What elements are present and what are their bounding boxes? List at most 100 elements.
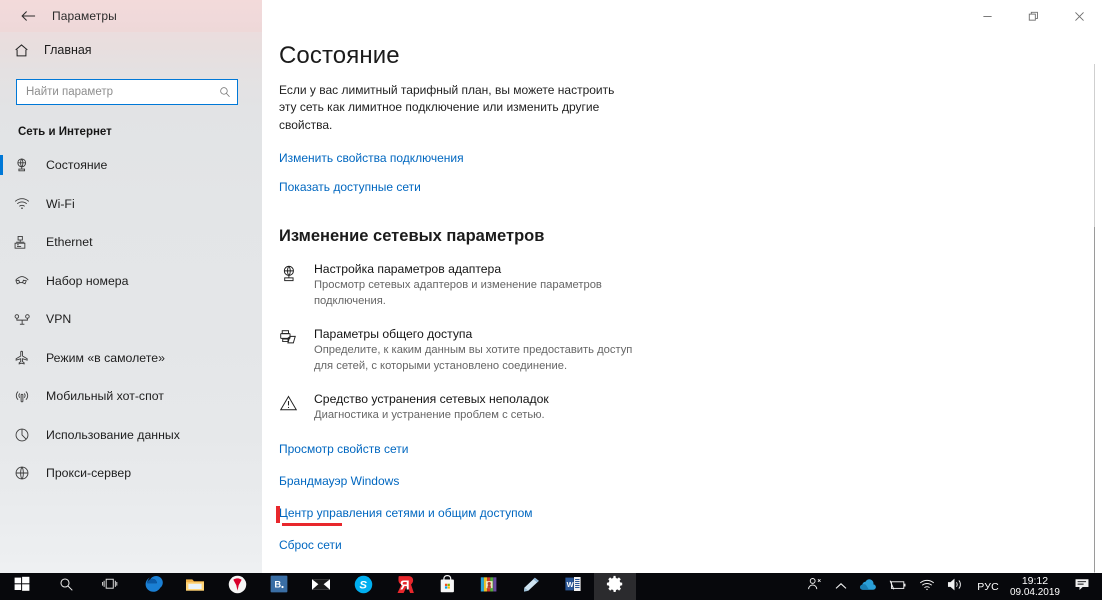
sidebar-item-ethernet[interactable]: Ethernet xyxy=(0,223,262,262)
svg-text:W: W xyxy=(567,580,574,589)
setting-description: Просмотр сетевых адаптеров и изменение п… xyxy=(314,279,602,307)
wifi-tray-button[interactable] xyxy=(913,573,941,600)
minimize-icon xyxy=(982,11,993,22)
language-indicator[interactable]: РУС xyxy=(970,581,1006,593)
change-connection-properties-link[interactable]: Изменить свойства подключения xyxy=(279,151,464,165)
screen: Главная Сеть и Интернет xyxy=(0,0,1102,600)
setting-title: Настройка параметров адаптера xyxy=(314,262,502,277)
battery-button[interactable] xyxy=(883,573,913,600)
vpn-icon xyxy=(14,313,46,326)
sidebar-item-data-usage[interactable]: Использование данных xyxy=(0,416,262,455)
volume-button[interactable] xyxy=(941,573,970,600)
minimize-button[interactable] xyxy=(964,0,1010,32)
sidebar-item-label: Режим «в самолете» xyxy=(46,350,165,365)
sidebar-item-home[interactable]: Главная xyxy=(0,32,262,68)
setting-item-sharing-options[interactable]: Параметры общего доступа Определите, к к… xyxy=(279,327,1102,374)
skype-button[interactable]: S xyxy=(342,573,384,600)
word-document-icon: W xyxy=(564,575,582,598)
search-box[interactable] xyxy=(16,79,238,105)
link-row: Брандмауэр Windows xyxy=(279,474,1102,506)
yandex-browser-button[interactable] xyxy=(216,573,258,600)
window-caption-buttons xyxy=(964,0,1102,32)
yandex-browser-icon xyxy=(228,575,247,599)
close-button[interactable] xyxy=(1056,0,1102,32)
restore-button[interactable] xyxy=(1010,0,1056,32)
sidebar-item-label: Мобильный хот-спот xyxy=(46,389,164,404)
show-available-networks-link[interactable]: Показать доступные сети xyxy=(279,180,421,194)
windows-logo-icon xyxy=(14,576,30,597)
restore-icon xyxy=(1028,11,1039,22)
svg-text:Я: Я xyxy=(399,577,409,592)
network-and-sharing-center-link[interactable]: Центр управления сетями и общим доступом xyxy=(279,506,533,520)
sidebar-item-label: Прокси-сервер xyxy=(46,466,132,481)
people-button[interactable] xyxy=(801,573,829,600)
vkontakte-button[interactable]: B xyxy=(258,573,300,600)
search-icon xyxy=(59,577,74,597)
clock-time: 19:12 xyxy=(1021,574,1049,587)
link-row-annotated: Центр управления сетями и общим доступом xyxy=(276,505,1102,538)
app-title: Параметры xyxy=(52,9,117,23)
action-center-button[interactable] xyxy=(1068,573,1096,600)
microsoft-store-button[interactable] xyxy=(426,573,468,600)
settings-button[interactable] xyxy=(594,573,636,600)
back-button[interactable] xyxy=(8,0,48,32)
gear-icon xyxy=(606,575,624,598)
speaker-volume-icon xyxy=(947,578,964,596)
onedrive-button[interactable] xyxy=(853,573,883,600)
setting-title: Параметры общего доступа xyxy=(314,327,473,342)
sidebar-item-proxy[interactable]: Прокси-сервер xyxy=(0,454,262,493)
data-usage-icon xyxy=(14,427,46,443)
windows-firewall-link[interactable]: Брандмауэр Windows xyxy=(279,474,399,488)
setting-description: Определите, к каким данным вы хотите пре… xyxy=(314,344,633,372)
svg-text:S: S xyxy=(359,579,367,591)
winrar-button[interactable] xyxy=(468,573,510,600)
sidebar-item-wifi[interactable]: Wi-Fi xyxy=(0,185,262,224)
vk-icon: B xyxy=(270,575,288,598)
sidebar-item-mobile-hotspot[interactable]: Мобильный хот-спот xyxy=(0,377,262,416)
notepad-button[interactable] xyxy=(510,573,552,600)
main-content: Состояние Если у вас лимитный тарифный п… xyxy=(262,32,1102,573)
start-button[interactable] xyxy=(0,573,44,600)
edge-button[interactable] xyxy=(132,573,174,600)
link-row: Изменить свойства подключения xyxy=(279,151,1102,180)
network-reset-link[interactable]: Сброс сети xyxy=(279,538,342,552)
view-network-properties-link[interactable]: Просмотр свойств сети xyxy=(279,442,408,456)
word-button[interactable]: W xyxy=(552,573,594,600)
show-desktop-button[interactable] xyxy=(1096,573,1102,600)
search-input[interactable] xyxy=(26,86,219,98)
taskbar: B S Я W РУС 19:12 09.04.2019 xyxy=(0,573,1102,600)
search-button[interactable] xyxy=(44,573,88,600)
sidebar-item-label: VPN xyxy=(46,312,72,327)
mail-envelope-icon xyxy=(311,577,331,597)
sidebar-item-label: Wi-Fi xyxy=(46,196,75,211)
hotspot-icon xyxy=(14,389,46,404)
content-scrollbar[interactable] xyxy=(1087,32,1102,573)
link-row: Просмотр свойств сети xyxy=(279,442,1102,474)
mail-button[interactable] xyxy=(300,573,342,600)
show-hidden-icons-button[interactable] xyxy=(829,573,853,600)
scrollbar-thumb[interactable] xyxy=(1094,227,1095,572)
search-icon[interactable] xyxy=(219,86,231,98)
title-bar: Параметры xyxy=(0,0,1102,32)
close-icon xyxy=(1074,11,1085,22)
setting-item-network-troubleshooter[interactable]: Средство устранения сетевых неполадок Ди… xyxy=(279,392,1102,424)
sidebar-item-status[interactable]: Состояние xyxy=(0,146,262,185)
sidebar-item-dialup[interactable]: Набор номера xyxy=(0,262,262,301)
task-view-button[interactable] xyxy=(88,573,132,600)
home-icon xyxy=(14,43,44,58)
dialup-icon xyxy=(14,274,46,288)
taskbar-pinned-apps: B S Я W xyxy=(0,573,636,600)
clock[interactable]: 19:12 09.04.2019 xyxy=(1006,574,1068,598)
sidebar-item-vpn[interactable]: VPN xyxy=(0,300,262,339)
sidebar-item-airplane-mode[interactable]: Режим «в самолете» xyxy=(0,339,262,378)
setting-item-adapter-options[interactable]: Настройка параметров адаптера Просмотр с… xyxy=(279,262,1102,309)
show-hidden-icons-chevron xyxy=(835,578,847,596)
file-explorer-button[interactable] xyxy=(174,573,216,600)
edge-browser-icon xyxy=(143,574,163,599)
settings-window: Главная Сеть и Интернет xyxy=(0,0,1102,573)
sidebar-item-label: Ethernet xyxy=(46,235,93,250)
bottom-links: Просмотр свойств сети Брандмауэр Windows… xyxy=(276,442,1102,570)
yandex-button[interactable]: Я xyxy=(384,573,426,600)
section-title-network-settings: Изменение сетевых параметров xyxy=(279,227,545,246)
adapter-settings-icon xyxy=(279,262,314,309)
